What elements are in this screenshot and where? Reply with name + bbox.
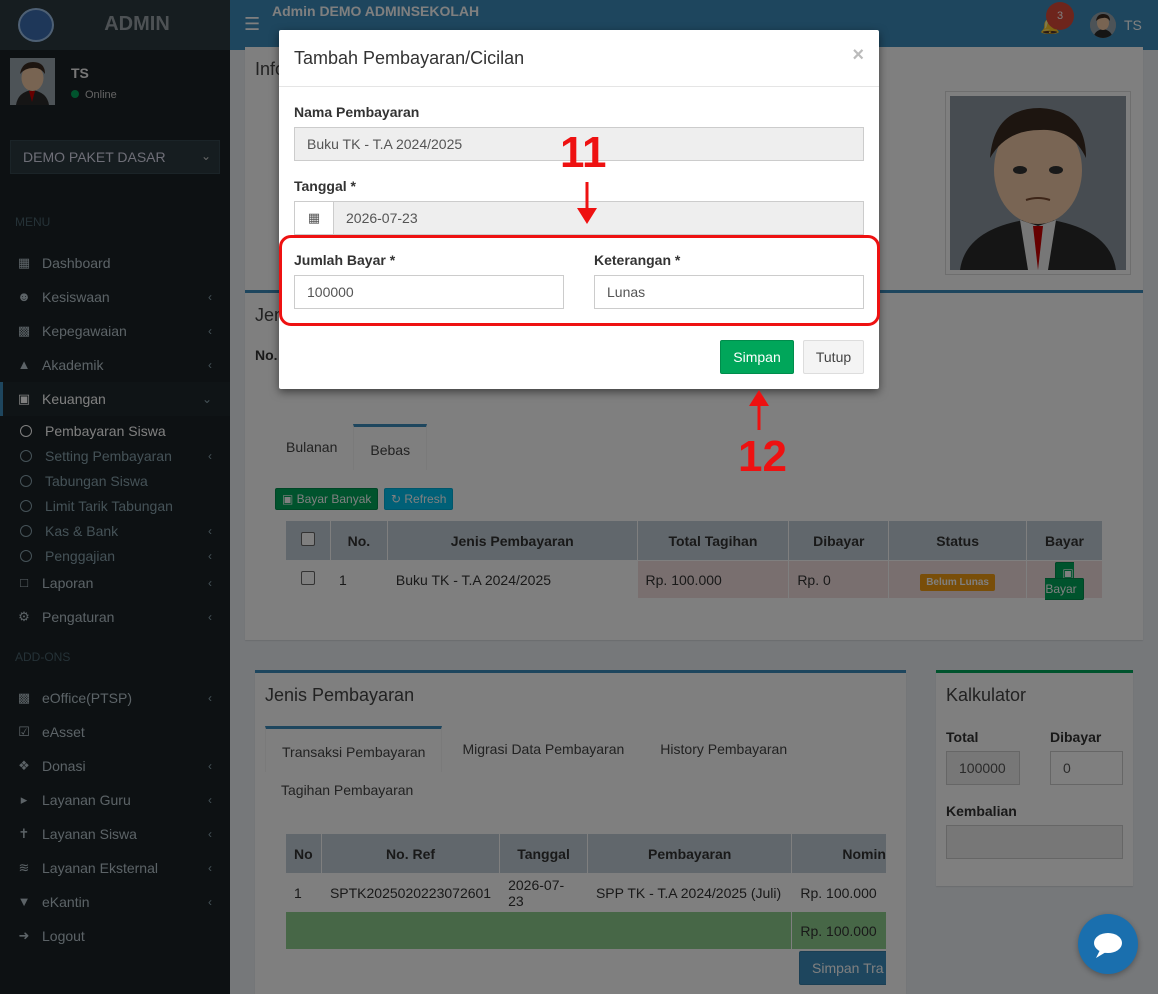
- annotation-arrow-up-icon: [749, 390, 769, 430]
- annotation-number-12: 12: [738, 432, 787, 481]
- close-icon[interactable]: ×: [852, 44, 864, 67]
- nama-pembayaran-label: Nama Pembayaran: [294, 104, 420, 120]
- annotation-highlight-box: [279, 235, 880, 326]
- tutup-button[interactable]: Tutup: [803, 340, 864, 374]
- tanggal-label: Tanggal *: [294, 178, 356, 194]
- calendar-icon: ▦: [294, 201, 334, 235]
- simpan-button[interactable]: Simpan: [720, 340, 794, 374]
- chat-bubble-icon: [1094, 933, 1122, 958]
- modal-title: Tambah Pembayaran/Cicilan: [294, 48, 525, 68]
- tanggal-field[interactable]: 2026-07-23: [333, 201, 864, 235]
- annotation-number-11: 11: [560, 128, 607, 177]
- modal-divider: [279, 86, 879, 87]
- chat-button[interactable]: [1078, 914, 1138, 974]
- annotation-arrow-down-icon: [577, 182, 597, 224]
